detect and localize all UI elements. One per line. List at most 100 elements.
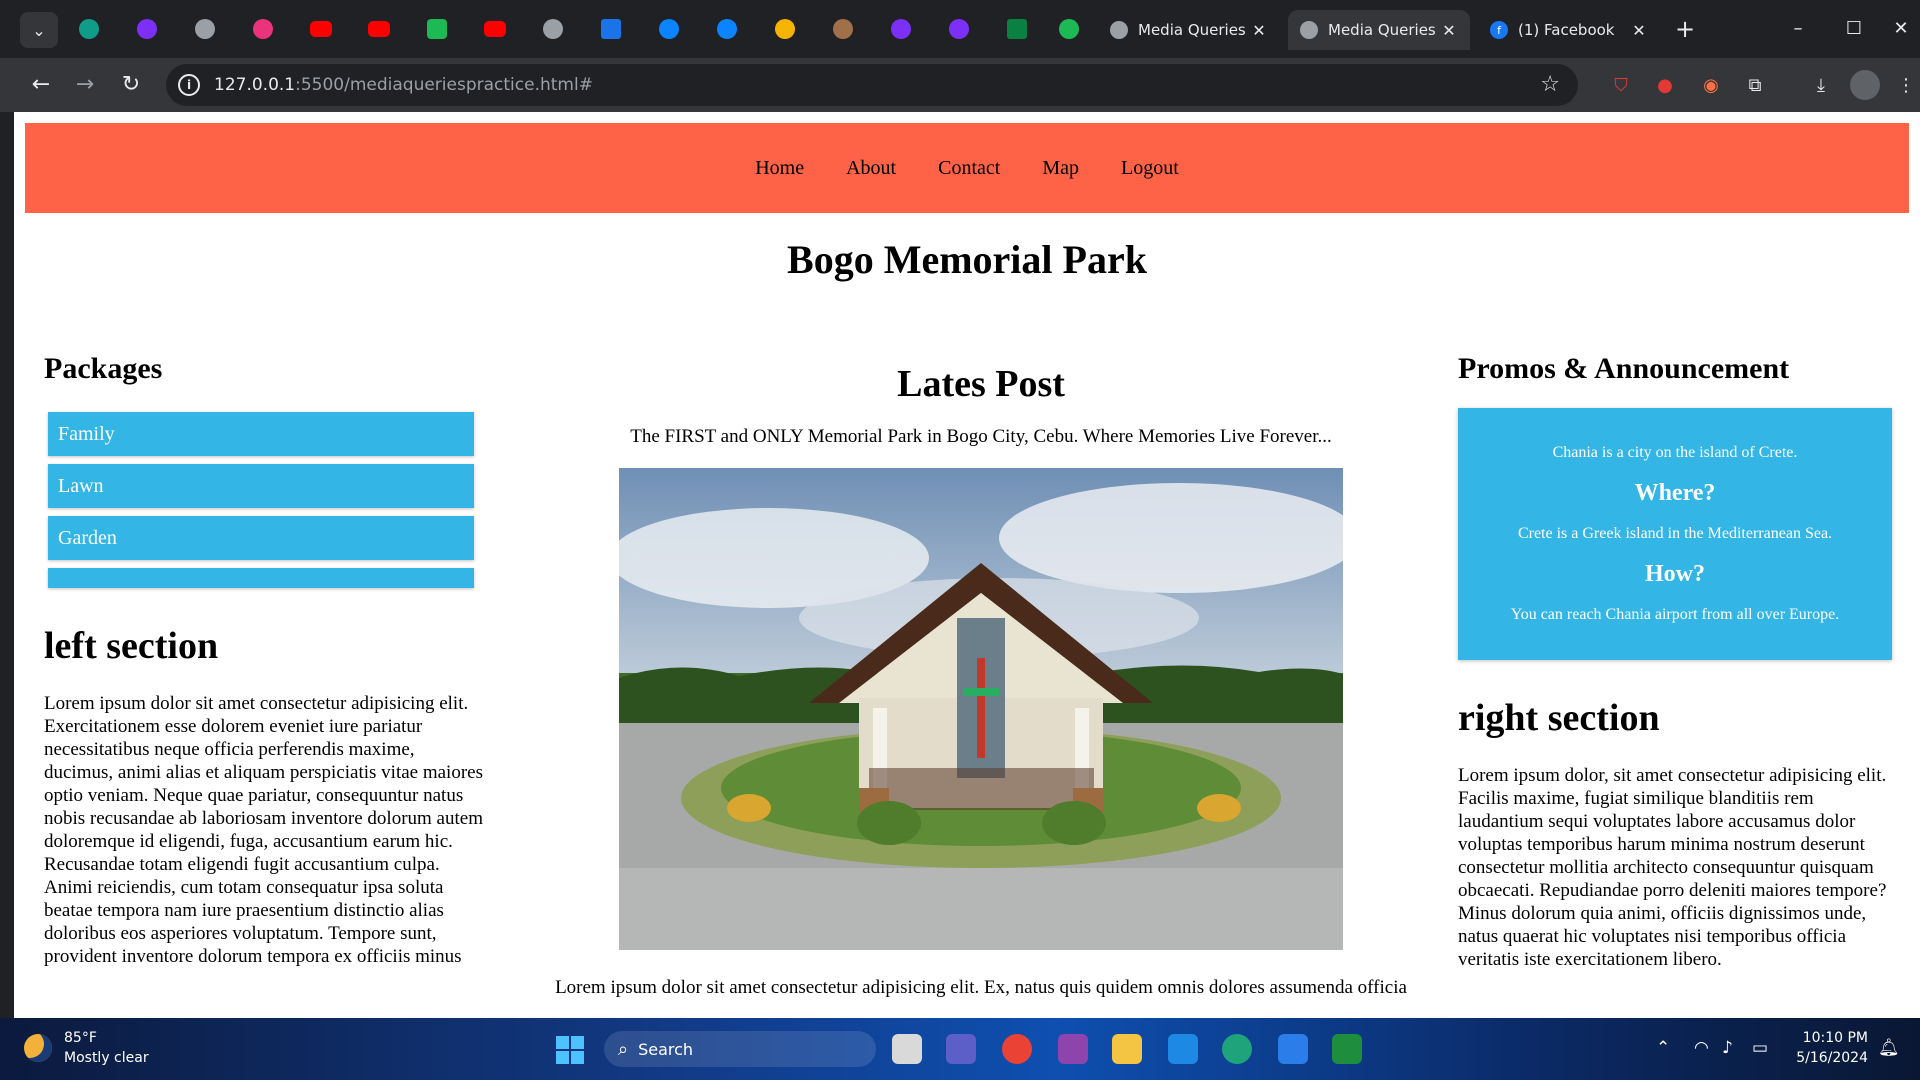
tab-pinned[interactable] bbox=[770, 14, 800, 44]
close-icon[interactable]: ✕ bbox=[1628, 21, 1650, 40]
drop-icon bbox=[717, 19, 737, 39]
youtube-icon bbox=[484, 21, 506, 37]
tab-pinned[interactable] bbox=[538, 14, 568, 44]
search-icon: ⌕ bbox=[618, 1038, 629, 1060]
package-item[interactable] bbox=[48, 568, 474, 588]
browser-toolbar: ← → ↻ i 127.0.0.1:5500/mediaqueriespract… bbox=[0, 58, 1920, 112]
tab-pinned[interactable] bbox=[190, 14, 220, 44]
nav-link-about[interactable]: About bbox=[846, 157, 896, 180]
avatar-favicon-icon bbox=[833, 19, 853, 39]
weather-moon-icon[interactable] bbox=[24, 1034, 52, 1062]
teams-icon[interactable] bbox=[946, 1034, 976, 1064]
extension-icon[interactable]: ◉ bbox=[1696, 70, 1726, 100]
nav-link-map[interactable]: Map bbox=[1042, 157, 1079, 180]
tab-pinned[interactable] bbox=[422, 14, 452, 44]
taskbar-clock[interactable]: 10:10 PM 5/16/2024 bbox=[1790, 1028, 1868, 1068]
tab-pinned[interactable] bbox=[1054, 14, 1084, 44]
youtube-icon bbox=[310, 21, 332, 37]
latest-post-tagline: The FIRST and ONLY Memorial Park in Bogo… bbox=[630, 426, 1332, 447]
wifi-icon[interactable]: ◠ bbox=[1694, 1038, 1709, 1058]
chrome-icon[interactable] bbox=[1002, 1034, 1032, 1064]
left-section-text: Lorem ipsum dolor sit amet consectetur a… bbox=[44, 693, 483, 967]
site-info-icon[interactable]: i bbox=[178, 74, 200, 96]
menu-kebab-icon[interactable]: ⋮ bbox=[1896, 70, 1916, 100]
flag-icon bbox=[601, 19, 621, 39]
promos-heading: Promos & Announcement bbox=[1458, 352, 1790, 385]
taskbar-search-label: Search bbox=[638, 1039, 694, 1059]
battery-icon[interactable]: ▭ bbox=[1752, 1038, 1768, 1058]
tab-search-button[interactable]: ⌄ bbox=[20, 12, 58, 48]
chapel-photo bbox=[619, 468, 1343, 950]
site-favicon-icon bbox=[253, 19, 273, 39]
close-icon[interactable]: ✕ bbox=[1248, 21, 1270, 40]
left-section-heading: left section bbox=[44, 625, 219, 667]
app-icon[interactable] bbox=[1278, 1034, 1308, 1064]
tab-title: (1) Facebook bbox=[1518, 21, 1615, 39]
tab-pinned[interactable] bbox=[306, 14, 336, 44]
forward-button[interactable]: → bbox=[68, 68, 102, 102]
tab-pinned[interactable] bbox=[828, 14, 858, 44]
tab-pinned[interactable] bbox=[248, 14, 278, 44]
edge-icon[interactable] bbox=[1222, 1034, 1252, 1064]
tab-pinned[interactable] bbox=[654, 14, 684, 44]
taskbar: 85°F Mostly clear ⌕ Search ⌃ ◠ ♪ ▭ 10:10… bbox=[0, 1018, 1920, 1080]
promo-where-text: Crete is a Greek island in the Mediterra… bbox=[1517, 525, 1833, 542]
tab-media-queries-1[interactable]: Media Queries ✕ bbox=[1098, 10, 1280, 50]
left-column: Packages Family Lawn Garden left section… bbox=[44, 352, 488, 968]
classroom-icon[interactable] bbox=[1332, 1034, 1362, 1064]
bookmark-star-icon[interactable]: ☆ bbox=[1540, 72, 1560, 97]
tab-pinned[interactable] bbox=[886, 14, 916, 44]
tab-pinned[interactable] bbox=[480, 14, 510, 44]
drop-icon bbox=[659, 19, 679, 39]
package-family[interactable]: Family bbox=[48, 412, 474, 456]
extensions-puzzle-icon[interactable]: ⧉ bbox=[1740, 70, 1770, 100]
nav-link-contact[interactable]: Contact bbox=[938, 157, 1000, 180]
middle-column: Lates Post The FIRST and ONLY Memorial P… bbox=[514, 352, 1448, 999]
nav-link-logout[interactable]: Logout bbox=[1121, 157, 1179, 180]
download-icon[interactable]: ⤓ bbox=[1806, 70, 1836, 100]
window-close-button[interactable]: ✕ bbox=[1882, 10, 1920, 48]
vscode-icon[interactable] bbox=[1168, 1034, 1198, 1064]
new-tab-button[interactable]: + bbox=[1670, 14, 1700, 44]
maximize-button[interactable]: ☐ bbox=[1826, 10, 1882, 48]
reload-button[interactable]: ↻ bbox=[114, 68, 148, 102]
page-viewport: Home About Contact Map Logout Bogo Memor… bbox=[14, 112, 1920, 1018]
package-lawn[interactable]: Lawn bbox=[48, 464, 474, 508]
tab-pinned[interactable] bbox=[364, 14, 394, 44]
notification-bell-icon[interactable]: 🔔︎ bbox=[1878, 1038, 1900, 1058]
task-view-icon[interactable] bbox=[892, 1034, 922, 1064]
taskbar-search[interactable]: ⌕ Search bbox=[604, 1031, 876, 1067]
back-button[interactable]: ← bbox=[24, 68, 58, 102]
package-garden[interactable]: Garden bbox=[48, 516, 474, 560]
promo-box: Chania is a city on the island of Crete.… bbox=[1458, 408, 1892, 660]
tab-pinned[interactable] bbox=[132, 14, 162, 44]
chevron-up-icon[interactable]: ⌃ bbox=[1656, 1038, 1670, 1058]
tab-pinned[interactable] bbox=[712, 14, 742, 44]
tab-media-queries-2[interactable]: Media Queries ✕ bbox=[1288, 10, 1470, 50]
weather-temperature[interactable]: 85°F bbox=[64, 1030, 97, 1046]
file-explorer-icon[interactable] bbox=[1112, 1034, 1142, 1064]
weather-description[interactable]: Mostly clear bbox=[64, 1050, 149, 1066]
clock-time: 10:10 PM bbox=[1802, 1030, 1868, 1046]
windows-start-icon[interactable] bbox=[556, 1036, 584, 1064]
tab-pinned[interactable] bbox=[944, 14, 974, 44]
close-icon[interactable]: ✕ bbox=[1438, 21, 1460, 40]
brave-shield-icon[interactable]: ⛉ bbox=[1606, 70, 1636, 100]
address-bar[interactable]: i 127.0.0.1:5500/mediaqueriespractice.ht… bbox=[166, 64, 1578, 106]
profile-avatar[interactable] bbox=[1850, 70, 1880, 100]
tab-facebook[interactable]: f (1) Facebook ✕ bbox=[1478, 10, 1660, 50]
extension-icon[interactable]: ● bbox=[1650, 70, 1680, 100]
right-section-heading: right section bbox=[1458, 697, 1660, 739]
site-favicon-icon bbox=[79, 19, 99, 39]
latest-post-text: Lorem ipsum dolor sit amet consectetur a… bbox=[555, 977, 1407, 998]
tab-pinned[interactable] bbox=[1002, 14, 1032, 44]
shield-favicon-icon bbox=[137, 19, 157, 39]
tab-pinned[interactable] bbox=[74, 14, 104, 44]
visual-studio-icon[interactable] bbox=[1058, 1034, 1088, 1064]
volume-icon[interactable]: ♪ bbox=[1722, 1038, 1733, 1058]
minimize-button[interactable]: – bbox=[1770, 10, 1826, 48]
nav-link-home[interactable]: Home bbox=[755, 157, 804, 180]
grid-app-icon bbox=[427, 19, 447, 39]
latest-post-heading: Lates Post bbox=[897, 363, 1065, 405]
tab-pinned[interactable] bbox=[596, 14, 626, 44]
